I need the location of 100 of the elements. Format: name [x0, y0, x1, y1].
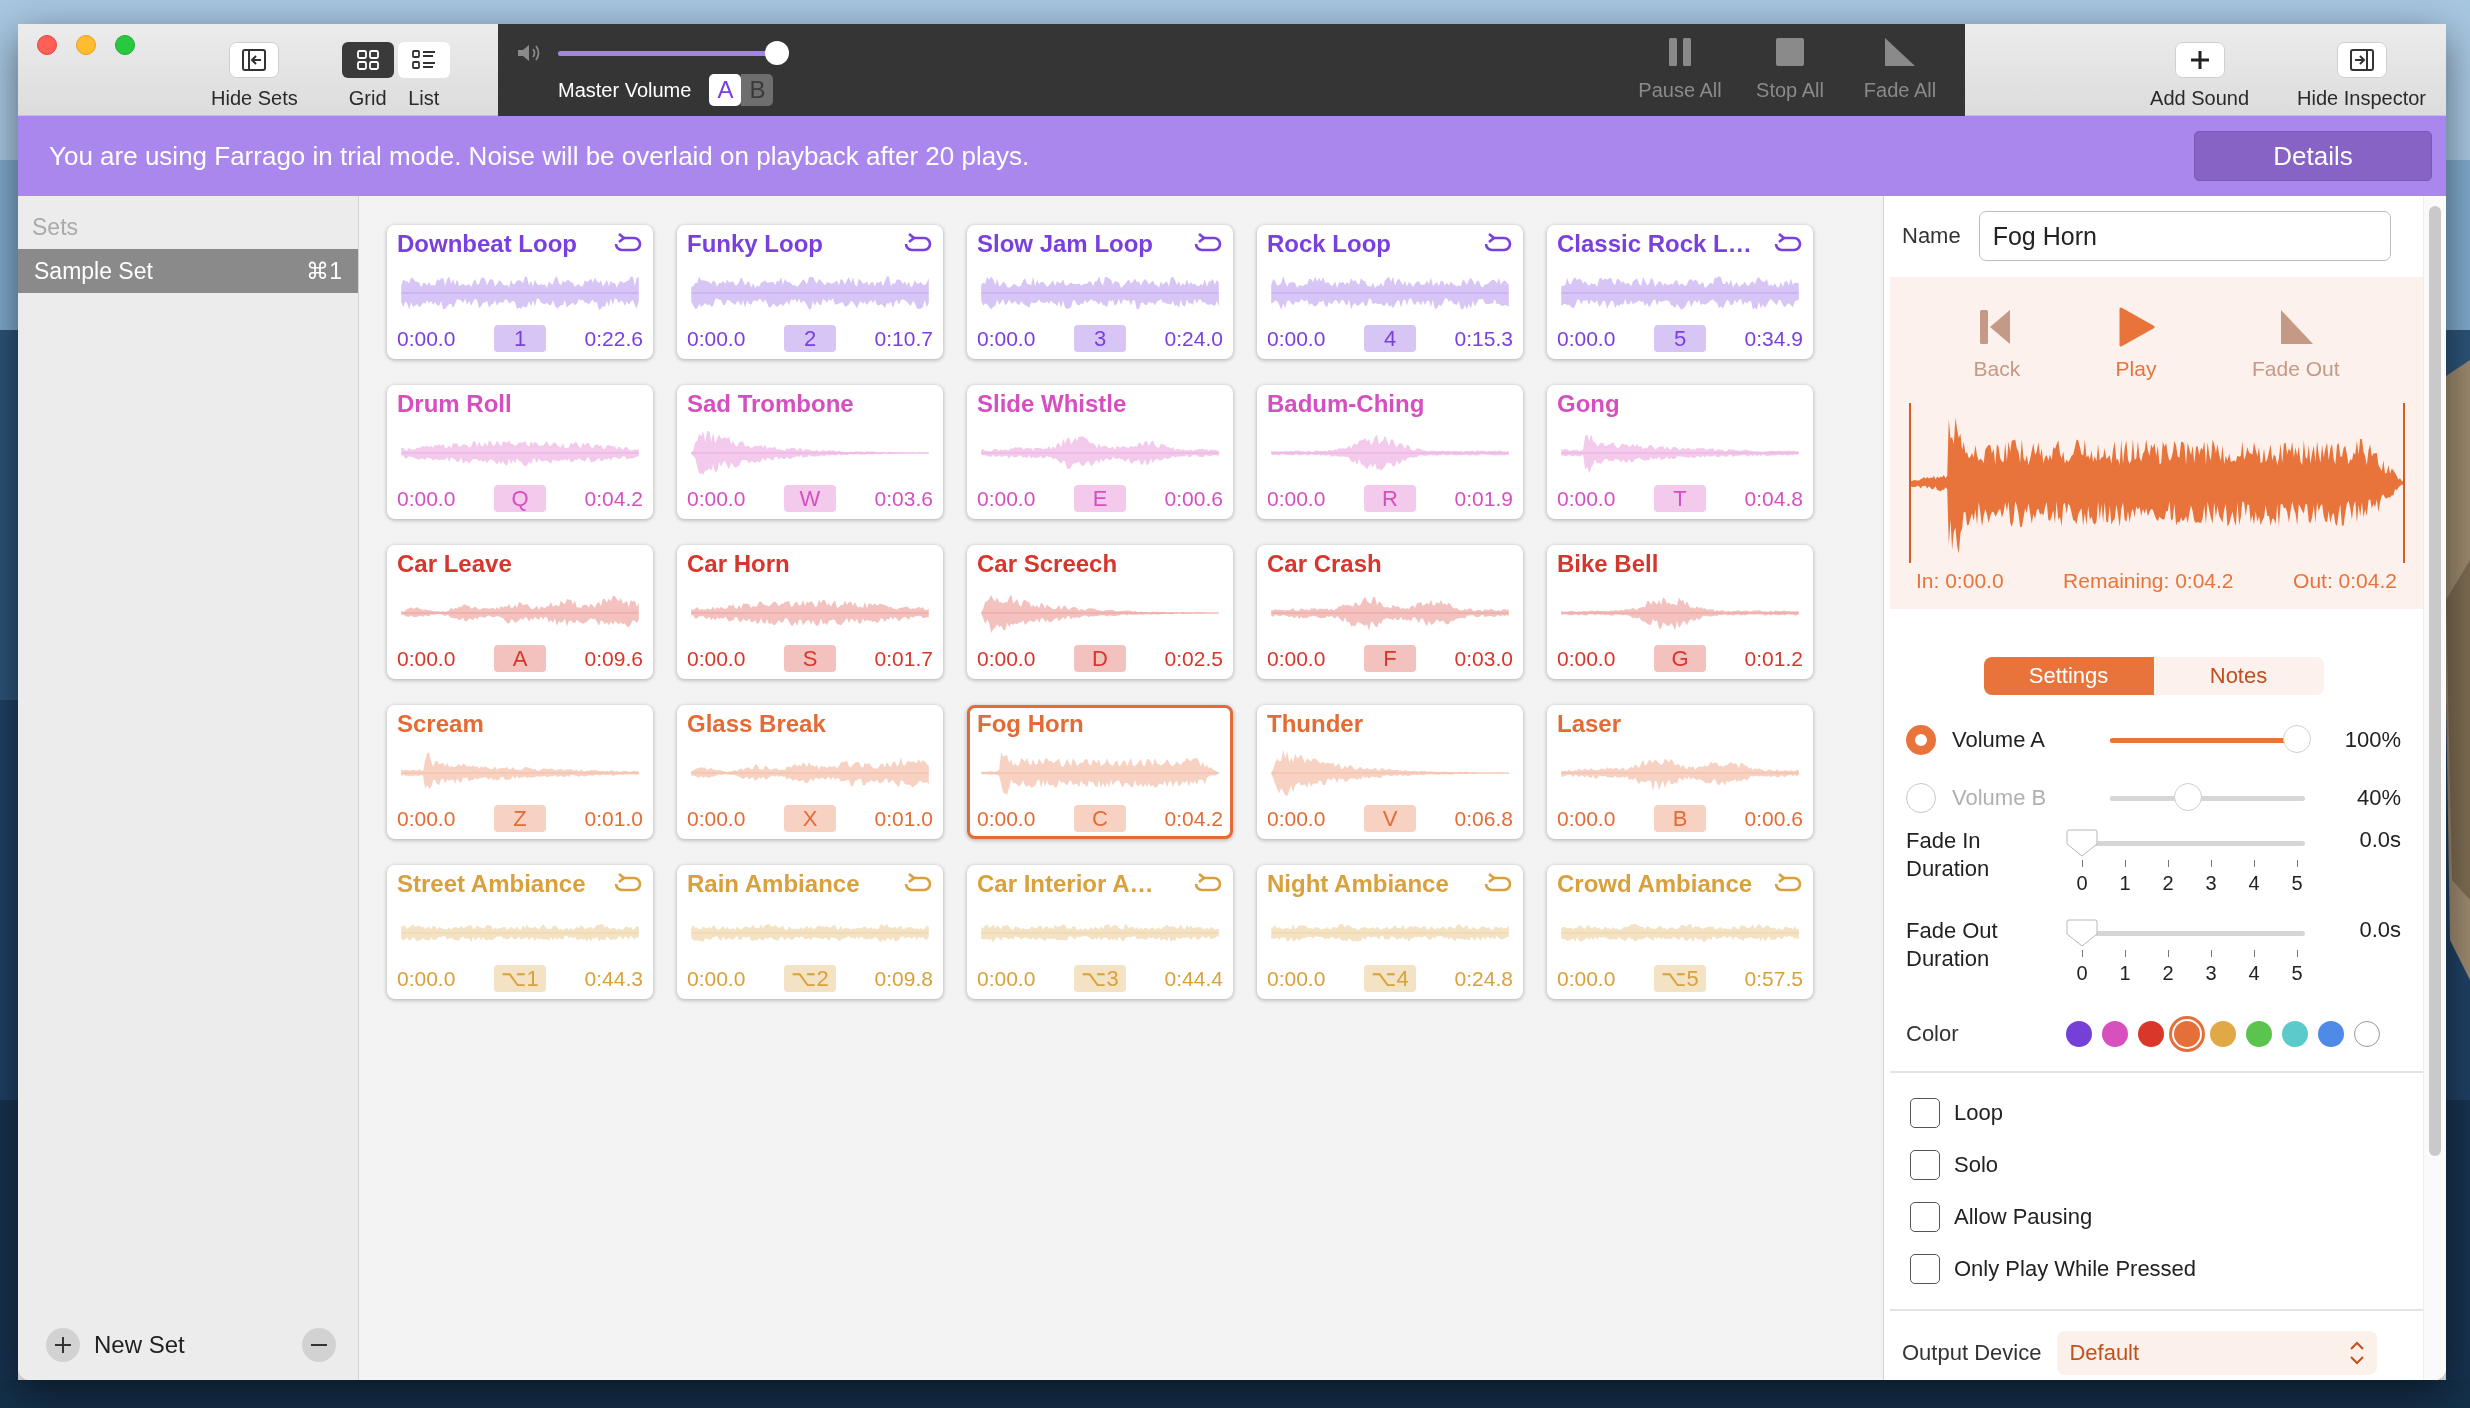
bank-button[interactable]: A: [709, 74, 742, 106]
shortcut-label: ⌘1: [306, 257, 342, 285]
checkbox[interactable]: [1910, 1254, 1940, 1284]
play-button[interactable]: Play: [2115, 307, 2158, 381]
color-swatch[interactable]: [2354, 1021, 2380, 1047]
list-icon: [397, 42, 450, 78]
field-label: Name: [1902, 223, 1961, 249]
color-swatch[interactable]: [2210, 1021, 2236, 1047]
sound-tile[interactable]: Drum Roll 0:00.0 Q 0:04.2: [387, 385, 653, 519]
color-swatch[interactable]: [2066, 1021, 2092, 1047]
sound-tile[interactable]: Gong 0:00.0 T 0:04.8: [1547, 385, 1813, 519]
sound-tile[interactable]: Slide Whistle 0:00.0 E 0:00.6: [967, 385, 1233, 519]
master-volume-label: Master Volume: [558, 78, 692, 102]
sound-tile[interactable]: Rain Ambiance 0:00.0 ⌥2 0:09.8: [677, 865, 943, 999]
sound-tile[interactable]: Classic Rock L… 0:00.0 5 0:34.9: [1547, 225, 1813, 359]
sound-tile[interactable]: Thunder 0:00.0 V 0:06.8: [1257, 705, 1523, 839]
tick-label: 0: [2074, 949, 2090, 985]
value-readout: 0.0s: [2358, 917, 2401, 943]
checkbox[interactable]: [1910, 1150, 1940, 1180]
start-time: 0:00.0: [977, 326, 1036, 351]
start-time: 0:00.0: [397, 966, 456, 991]
sound-tile[interactable]: Car Crash 0:00.0 F 0:03.0: [1257, 545, 1523, 679]
start-time: 0:00.0: [977, 646, 1036, 671]
end-time: 0:01.9: [1454, 486, 1513, 511]
radio-button[interactable]: [1906, 725, 1936, 755]
hotkey-badge: A: [494, 645, 546, 672]
checkbox[interactable]: [1910, 1202, 1940, 1232]
end-time: 0:00.6: [1164, 486, 1223, 511]
color-swatch[interactable]: [2318, 1021, 2344, 1047]
details-button[interactable]: Details: [2194, 131, 2432, 181]
sound-title: Sad Trombone: [687, 390, 854, 419]
sound-tile[interactable]: Fog Horn 0:00.0 C 0:04.2: [967, 705, 1233, 839]
start-time: 0:00.0: [1267, 806, 1326, 831]
grid-view-button[interactable]: Grid: [339, 24, 396, 108]
add-sound-button[interactable]: Add Sound: [2144, 24, 2256, 108]
hide-sets-button[interactable]: Hide Sets: [205, 24, 304, 108]
tab[interactable]: Settings: [1983, 657, 2154, 695]
start-time: 0:00.0: [687, 806, 746, 831]
remove-set-button[interactable]: [302, 1328, 336, 1362]
list-view-button[interactable]: List: [395, 24, 452, 108]
new-set-button[interactable]: New Set: [46, 1328, 185, 1362]
field-label: Color: [1906, 1021, 1960, 1047]
sound-tile[interactable]: Downbeat Loop 0:00.0 1 0:22.6: [387, 225, 653, 359]
value-readout: 0.0s: [2358, 827, 2401, 853]
sound-tile[interactable]: Laser 0:00.0 B 0:00.6: [1547, 705, 1813, 839]
hotkey-badge: Q: [494, 485, 546, 512]
color-swatch[interactable]: [2246, 1021, 2272, 1047]
start-time: 0:00.0: [1557, 646, 1616, 671]
end-time: 0:01.0: [584, 806, 643, 831]
hotkey-badge: ⌥5: [1654, 965, 1706, 992]
sound-tile[interactable]: Badum-Ching 0:00.0 R 0:01.9: [1257, 385, 1523, 519]
hotkey-badge: T: [1654, 485, 1706, 512]
tick-label: 2: [2160, 859, 2176, 895]
color-swatch[interactable]: [2282, 1021, 2308, 1047]
hide-inspector-button[interactable]: Hide Inspector: [2291, 24, 2432, 108]
start-time: 0:00.0: [977, 486, 1036, 511]
output-device-dropdown[interactable]: Default: [2057, 1331, 2378, 1375]
hotkey-badge: ⌥2: [784, 965, 836, 992]
zoom-button[interactable]: [115, 35, 135, 55]
tick-label: 3: [2203, 859, 2219, 895]
sound-tile[interactable]: Scream 0:00.0 Z 0:01.0: [387, 705, 653, 839]
time-readout: In: 0:00.0: [1916, 569, 2004, 593]
close-button[interactable]: [37, 35, 57, 55]
sound-tile[interactable]: Car Horn 0:00.0 S 0:01.7: [677, 545, 943, 679]
name-field[interactable]: Fog Horn: [1978, 211, 2391, 261]
sound-tile[interactable]: Slow Jam Loop 0:00.0 3 0:24.0: [967, 225, 1233, 359]
end-time: 0:01.2: [1744, 646, 1803, 671]
end-time: 0:34.9: [1744, 326, 1803, 351]
sound-tile[interactable]: Car Screech 0:00.0 D 0:02.5: [967, 545, 1233, 679]
sound-tile[interactable]: Night Ambiance 0:00.0 ⌥4 0:24.8: [1257, 865, 1523, 999]
minimize-button[interactable]: [76, 35, 96, 55]
color-swatch[interactable]: [2138, 1021, 2164, 1047]
tab[interactable]: Notes: [2153, 657, 2324, 695]
sidebar-item[interactable]: Sample Set ⌘1: [18, 249, 358, 293]
sound-tile[interactable]: Glass Break 0:00.0 X 0:01.0: [677, 705, 943, 839]
sound-tile[interactable]: Sad Trombone 0:00.0 W 0:03.6: [677, 385, 943, 519]
sound-title: Badum-Ching: [1267, 390, 1425, 419]
tick-label: 5: [2289, 859, 2305, 895]
sound-tile[interactable]: Rock Loop 0:00.0 4 0:15.3: [1257, 225, 1523, 359]
end-time: 0:09.8: [874, 966, 933, 991]
sound-tile[interactable]: Car Leave 0:00.0 A 0:09.6: [387, 545, 653, 679]
sound-title: Drum Roll: [397, 390, 512, 419]
scrollbar[interactable]: [2429, 206, 2441, 1156]
start-time: 0:00.0: [977, 966, 1036, 991]
start-time: 0:00.0: [397, 326, 456, 351]
sound-tile[interactable]: Crowd Ambiance 0:00.0 ⌥5 0:57.5: [1547, 865, 1813, 999]
slider-thumb[interactable]: [2066, 918, 2098, 948]
color-swatch[interactable]: [2102, 1021, 2128, 1047]
sound-tile[interactable]: Bike Bell 0:00.0 G 0:01.2: [1547, 545, 1813, 679]
start-time: 0:00.0: [977, 806, 1036, 831]
sound-title: Night Ambiance: [1267, 870, 1449, 899]
sound-tile[interactable]: Funky Loop 0:00.0 2 0:10.7: [677, 225, 943, 359]
sound-tile[interactable]: Street Ambiance 0:00.0 ⌥1 0:44.3: [387, 865, 653, 999]
checkbox[interactable]: [1910, 1098, 1940, 1128]
slider-label: Fade Out Duration: [1906, 917, 1999, 973]
slider-thumb[interactable]: [2066, 828, 2098, 858]
sound-tile[interactable]: Car Interior A… 0:00.0 ⌥3 0:44.4: [967, 865, 1233, 999]
start-time: 0:00.0: [1267, 966, 1326, 991]
hotkey-badge: 4: [1364, 325, 1416, 352]
start-time: 0:00.0: [1557, 326, 1616, 351]
